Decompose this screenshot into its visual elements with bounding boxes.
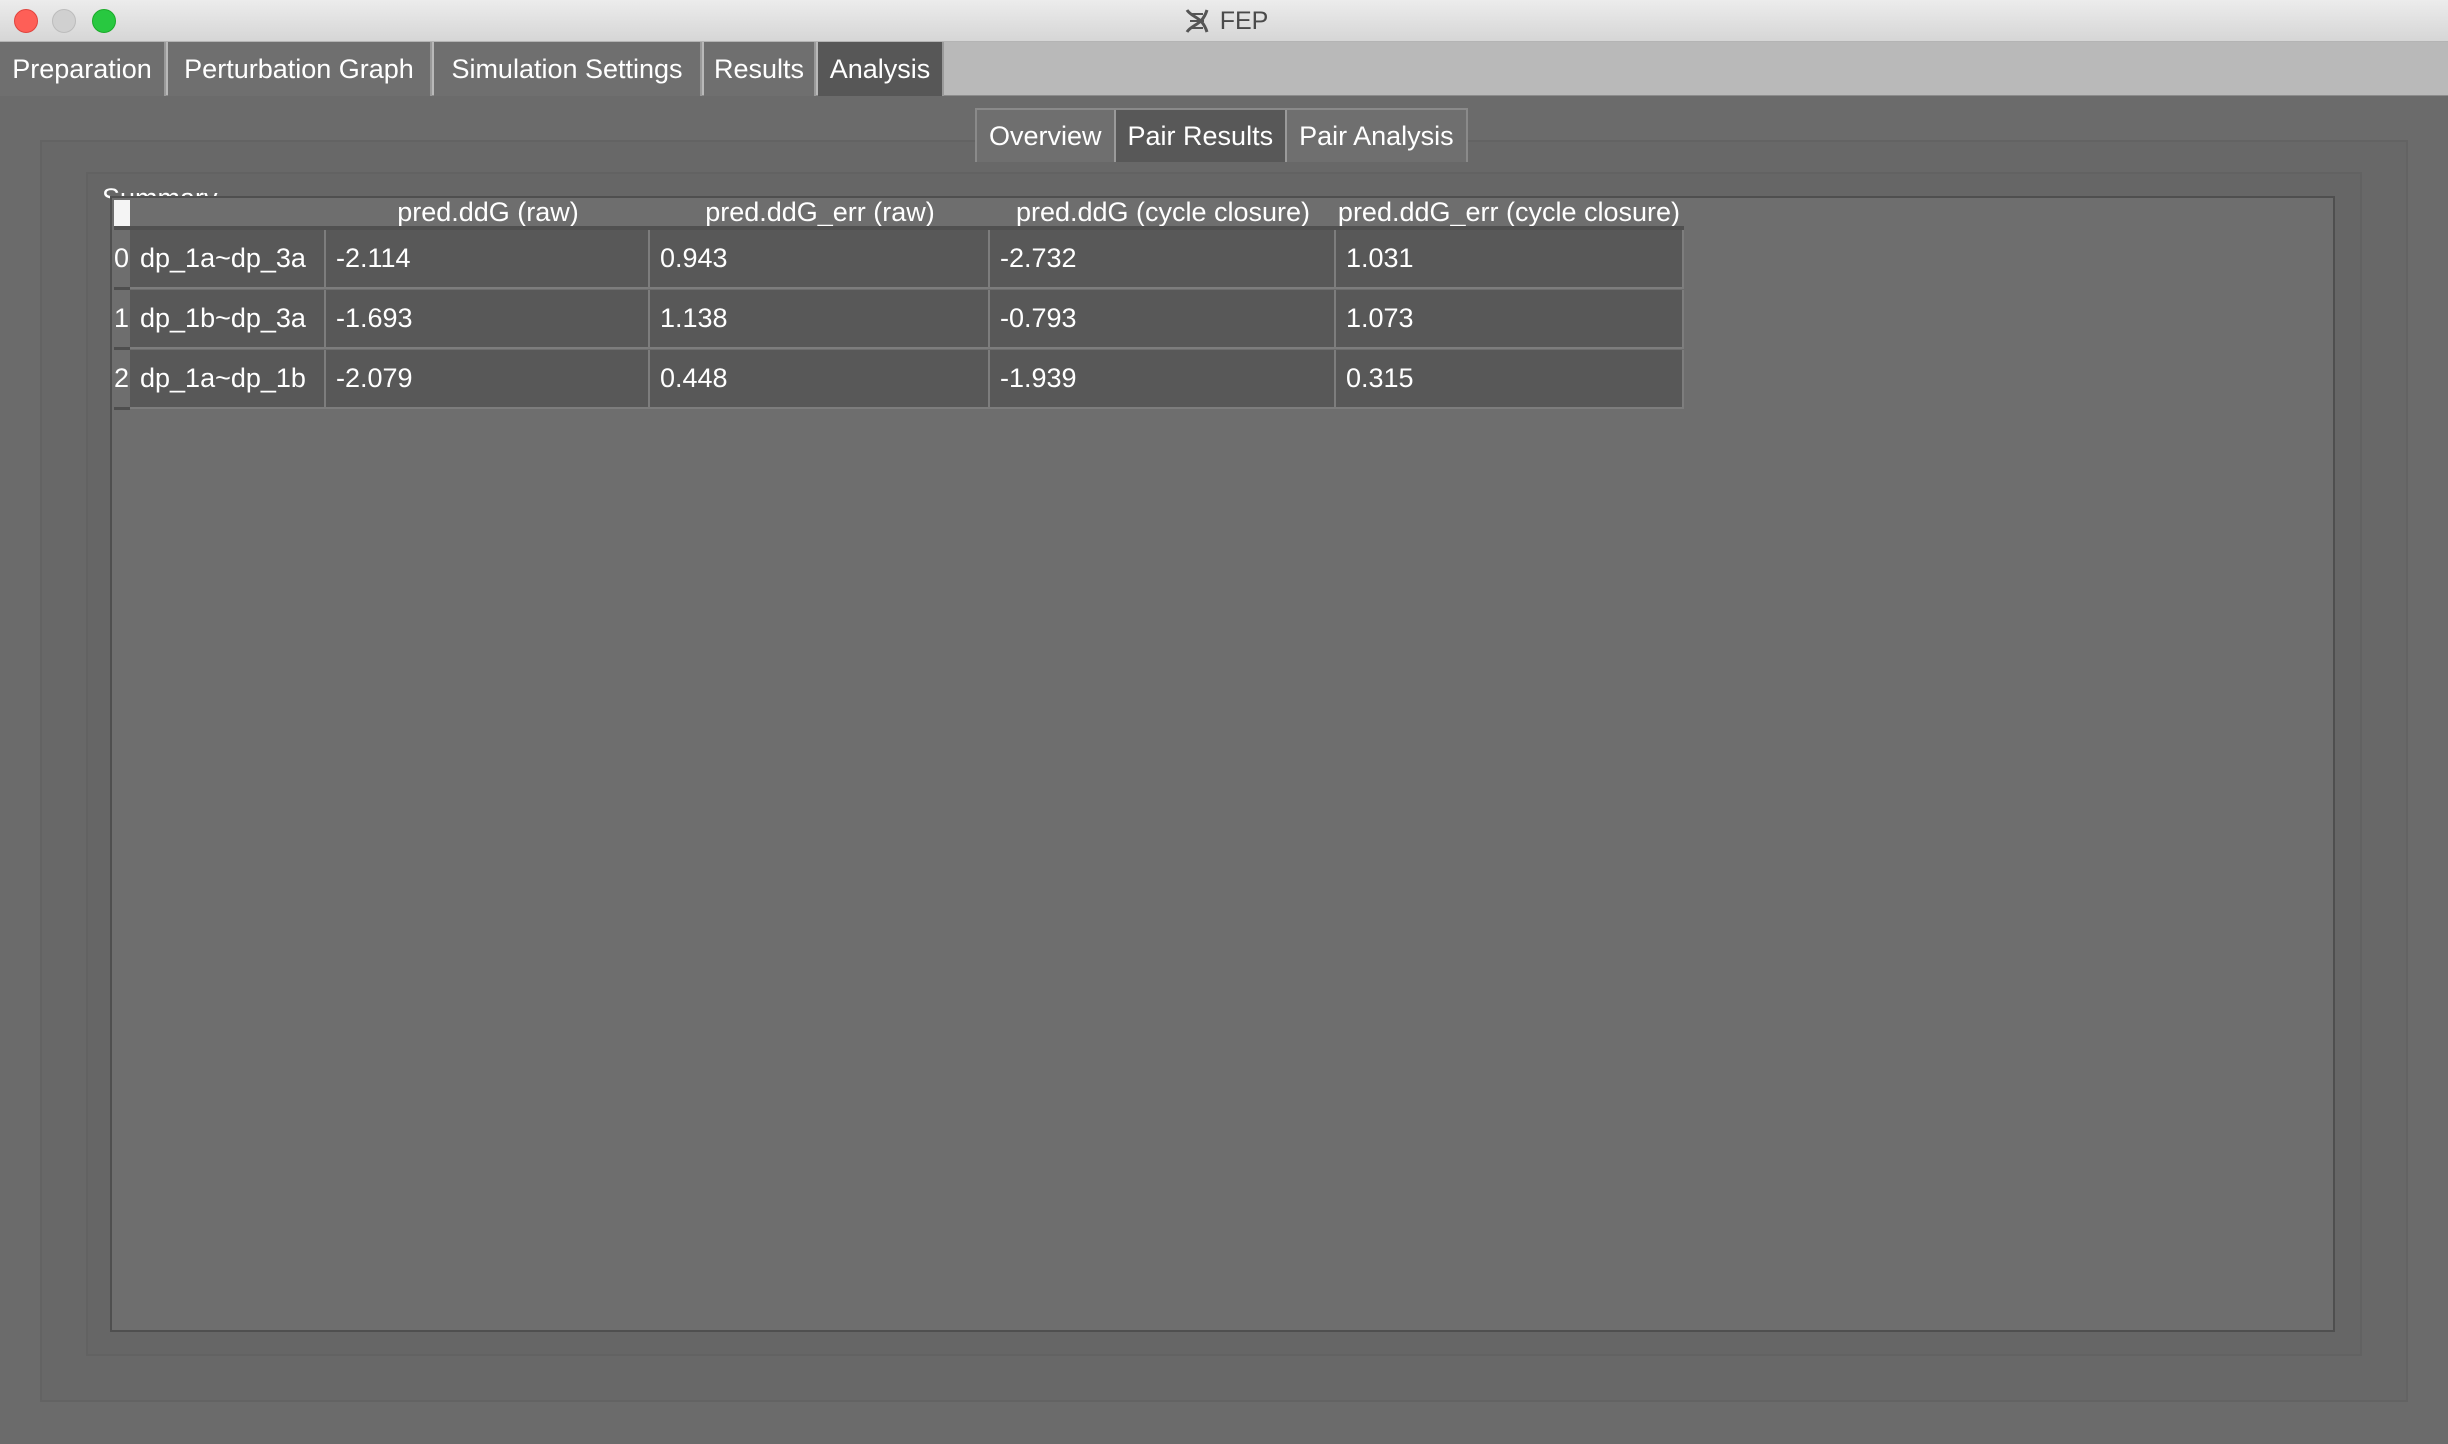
table-corner-button[interactable] [114, 200, 130, 228]
tab-label: Perturbation Graph [184, 53, 414, 84]
tab-label: Preparation [12, 53, 152, 84]
tab-results[interactable]: Results [704, 42, 816, 96]
tab-overview[interactable]: Overview [977, 110, 1116, 162]
column-header[interactable]: pred.ddG_err (raw) [650, 198, 990, 228]
table-cell[interactable]: -1.939 [990, 350, 1336, 409]
table-cell[interactable]: 0.943 [650, 230, 990, 289]
sub-tab-label: Pair Results [1127, 120, 1274, 151]
table-cell[interactable]: -2.079 [326, 350, 650, 409]
table-cell[interactable]: 1.073 [1336, 290, 1684, 349]
table-cell[interactable]: -0.793 [990, 290, 1336, 349]
tab-analysis[interactable]: Analysis [818, 42, 944, 96]
title-bar: FEP [0, 0, 2448, 42]
table-cell[interactable]: -1.693 [326, 290, 650, 349]
table-row-label[interactable]: dp_1a~dp_1b [130, 350, 326, 409]
main-tab-bar: Preparation Perturbation Graph Simulatio… [0, 42, 2448, 96]
row-index[interactable]: 0 [114, 230, 130, 290]
table-row-label[interactable]: dp_1a~dp_3a [130, 230, 326, 289]
summary-table[interactable]: pred.ddG (raw) pred.ddG_err (raw) pred.d… [110, 196, 2335, 1332]
tab-simulation-settings[interactable]: Simulation Settings [434, 42, 702, 96]
tab-pair-analysis[interactable]: Pair Analysis [1287, 110, 1466, 162]
sub-tab-label: Overview [989, 120, 1102, 151]
table-row-label[interactable]: dp_1b~dp_3a [130, 290, 326, 349]
row-index[interactable]: 2 [114, 350, 130, 410]
table-cell[interactable]: -2.732 [990, 230, 1336, 289]
window-title: FEP [0, 0, 2448, 42]
tab-label: Results [713, 53, 805, 84]
analysis-sub-tabs: Overview Pair Results Pair Analysis [975, 108, 1468, 162]
table-cell[interactable]: 1.138 [650, 290, 990, 349]
tab-label: Analysis [829, 53, 931, 84]
row-index[interactable]: 1 [114, 290, 130, 350]
sub-tab-label: Pair Analysis [1299, 120, 1454, 151]
tab-pair-results[interactable]: Pair Results [1115, 110, 1288, 162]
table-cell[interactable]: 1.031 [1336, 230, 1684, 289]
column-header[interactable]: pred.ddG (raw) [326, 198, 650, 228]
analysis-content: Overview Pair Results Pair Analysis Summ… [0, 96, 2448, 1444]
column-header[interactable]: pred.ddG_err (cycle closure) [1336, 198, 1682, 228]
tab-preparation[interactable]: Preparation [0, 42, 166, 96]
table-cell[interactable]: 0.315 [1336, 350, 1684, 409]
tab-perturbation-graph[interactable]: Perturbation Graph [168, 42, 432, 96]
table-cell[interactable]: -2.114 [326, 230, 650, 289]
window-title-text: FEP [1219, 6, 1269, 35]
table-cell[interactable]: 0.448 [650, 350, 990, 409]
column-header[interactable]: pred.ddG (cycle closure) [990, 198, 1336, 228]
tab-label: Simulation Settings [451, 53, 683, 84]
dna-helix-icon [1185, 9, 1209, 33]
